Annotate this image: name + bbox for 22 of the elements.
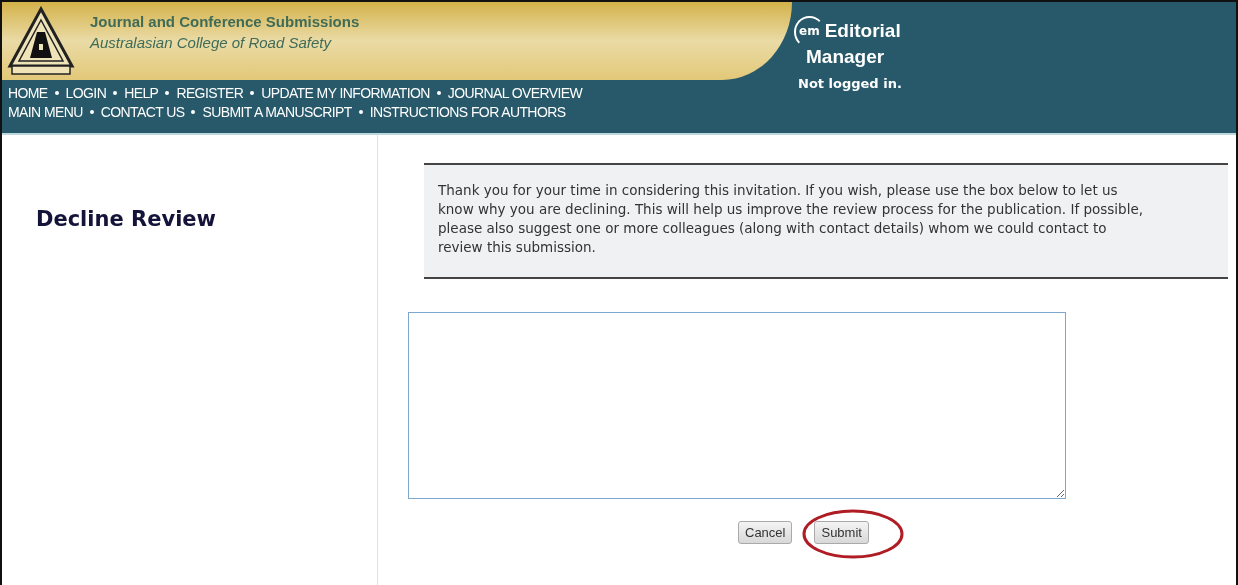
nav-link[interactable]: HOME xyxy=(8,85,48,101)
login-status: Not logged in. xyxy=(798,76,902,91)
brand-badge: em xyxy=(794,16,825,48)
instructions-text: Thank you for your time in considering this invitation. If you wish, please use the box below to let us know why you are declining. This will help us improve the review process for the publication. If possible, please also suggest one or more colleagues (along with contact details) whom we could contact to review this submission. xyxy=(424,163,1228,279)
site-subtitle: Australasian College of Road Safety xyxy=(90,34,333,51)
form-button[interactable]: Submit xyxy=(814,521,869,544)
nav-link[interactable]: CONTACT US xyxy=(100,104,185,120)
nav-link[interactable]: HELP xyxy=(124,85,159,101)
nav-link[interactable]: MAIN MENU xyxy=(8,104,83,120)
reason-textarea[interactable] xyxy=(408,312,1066,499)
triangle-logo-drawing xyxy=(6,6,76,76)
nav-link[interactable]: INSTRUCTIONS FOR AUTHORS xyxy=(369,104,566,120)
nav-link[interactable]: SUBMIT A MANUSCRIPT xyxy=(202,104,352,120)
brand-name: Manager xyxy=(806,48,886,66)
site-title: Journal and Conference Submissions xyxy=(90,13,360,30)
nav-link[interactable]: UPDATE MY INFORMATION xyxy=(261,85,430,101)
page-title: Decline Review xyxy=(36,207,217,231)
nav-link[interactable]: JOURNAL OVERVIEW xyxy=(447,85,583,101)
nav-link[interactable]: REGISTER xyxy=(176,85,244,101)
nav-link[interactable]: LOGIN xyxy=(65,85,107,101)
form-button[interactable]: Cancel xyxy=(738,521,793,544)
brand-name: Editorial xyxy=(824,22,901,40)
